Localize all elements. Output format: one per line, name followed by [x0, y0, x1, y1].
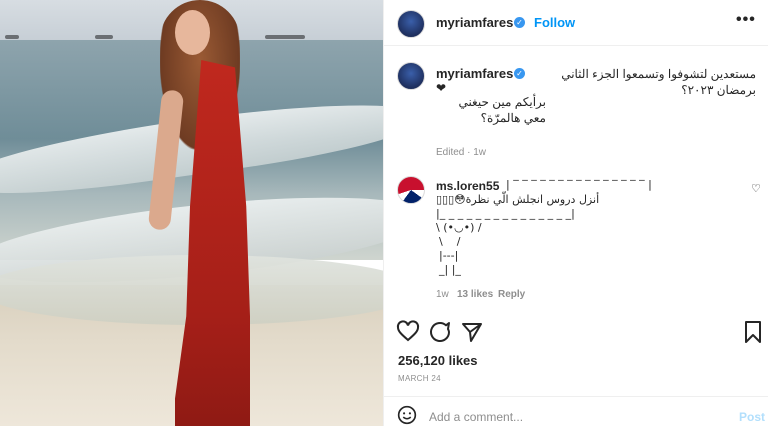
avatar[interactable] [397, 10, 425, 38]
header-username[interactable]: myriamfares [436, 15, 513, 30]
more-options-icon[interactable]: ••• [736, 11, 756, 29]
comment-text-line: |---| [439, 249, 459, 262]
share-icon[interactable] [460, 320, 484, 344]
add-comment-bar: Add a comment... Post [384, 396, 768, 427]
post-comment-button[interactable]: Post [739, 410, 765, 424]
comment-time: 1w [436, 289, 449, 300]
photo-ship [5, 35, 19, 39]
comment-reply-button[interactable]: Reply [498, 289, 525, 300]
emoji-icon[interactable] [397, 405, 417, 425]
person-face [175, 10, 210, 55]
comment-icon[interactable] [428, 320, 452, 344]
follow-button[interactable]: Follow [534, 15, 575, 30]
post-date: MARCH 24 [398, 374, 441, 383]
photo-person [140, 0, 280, 426]
verified-badge-icon: ✓ [514, 17, 525, 28]
comment-username[interactable]: ms.loren55 [436, 179, 499, 193]
post-side-panel: myriamfares ✓ Follow ••• myriamfares ✓ م… [383, 0, 768, 426]
instagram-post: myriamfares ✓ Follow ••• myriamfares ✓ م… [0, 0, 768, 426]
bookmark-icon[interactable] [741, 320, 765, 344]
photo-ship [95, 35, 113, 39]
post-photo[interactable] [0, 0, 383, 426]
comment-avatar[interactable] [397, 176, 425, 204]
action-bar [384, 315, 768, 345]
caption-username[interactable]: myriamfares [436, 66, 513, 81]
person-arm [147, 89, 185, 231]
verified-badge-icon: ✓ [514, 68, 525, 79]
caption-avatar[interactable] [397, 62, 425, 90]
caption-line-2: برأيكم مين حيغني معي هالمرّة؟ [458, 95, 546, 125]
caption-line-1: مستعدين لتشوفوا وتسمعوا الجزء الثاني برم… [561, 67, 756, 97]
caption-meta: Edited · 1w [436, 147, 487, 158]
add-comment-input[interactable]: Add a comment... [429, 410, 523, 424]
comment-text-line: \ / [439, 235, 461, 248]
comment-text-line: أنزل دروس انجلش الّي نظرة😳▯▯▯ [436, 193, 600, 206]
comment-text-line: \ (•◡•) / [436, 221, 482, 234]
comment-text-line: |_ _ _ _ _ _ _ _ _ _ _ _ _ _ _| [436, 207, 575, 220]
comment-likes[interactable]: 13 likes [457, 289, 493, 300]
heart-icon[interactable] [396, 320, 420, 344]
comment-text-line: _| |_ [439, 263, 461, 276]
comment-like-heart-icon[interactable]: ♡ [751, 182, 761, 195]
post-header: myriamfares ✓ Follow ••• [384, 0, 768, 46]
comment-text-line: | ‾ ‾ ‾ ‾ ‾ ‾ ‾ ‾ ‾ ‾ ‾ ‾ ‾ ‾ ‾ | [506, 178, 652, 191]
like-count[interactable]: 256,120 likes [398, 353, 478, 368]
